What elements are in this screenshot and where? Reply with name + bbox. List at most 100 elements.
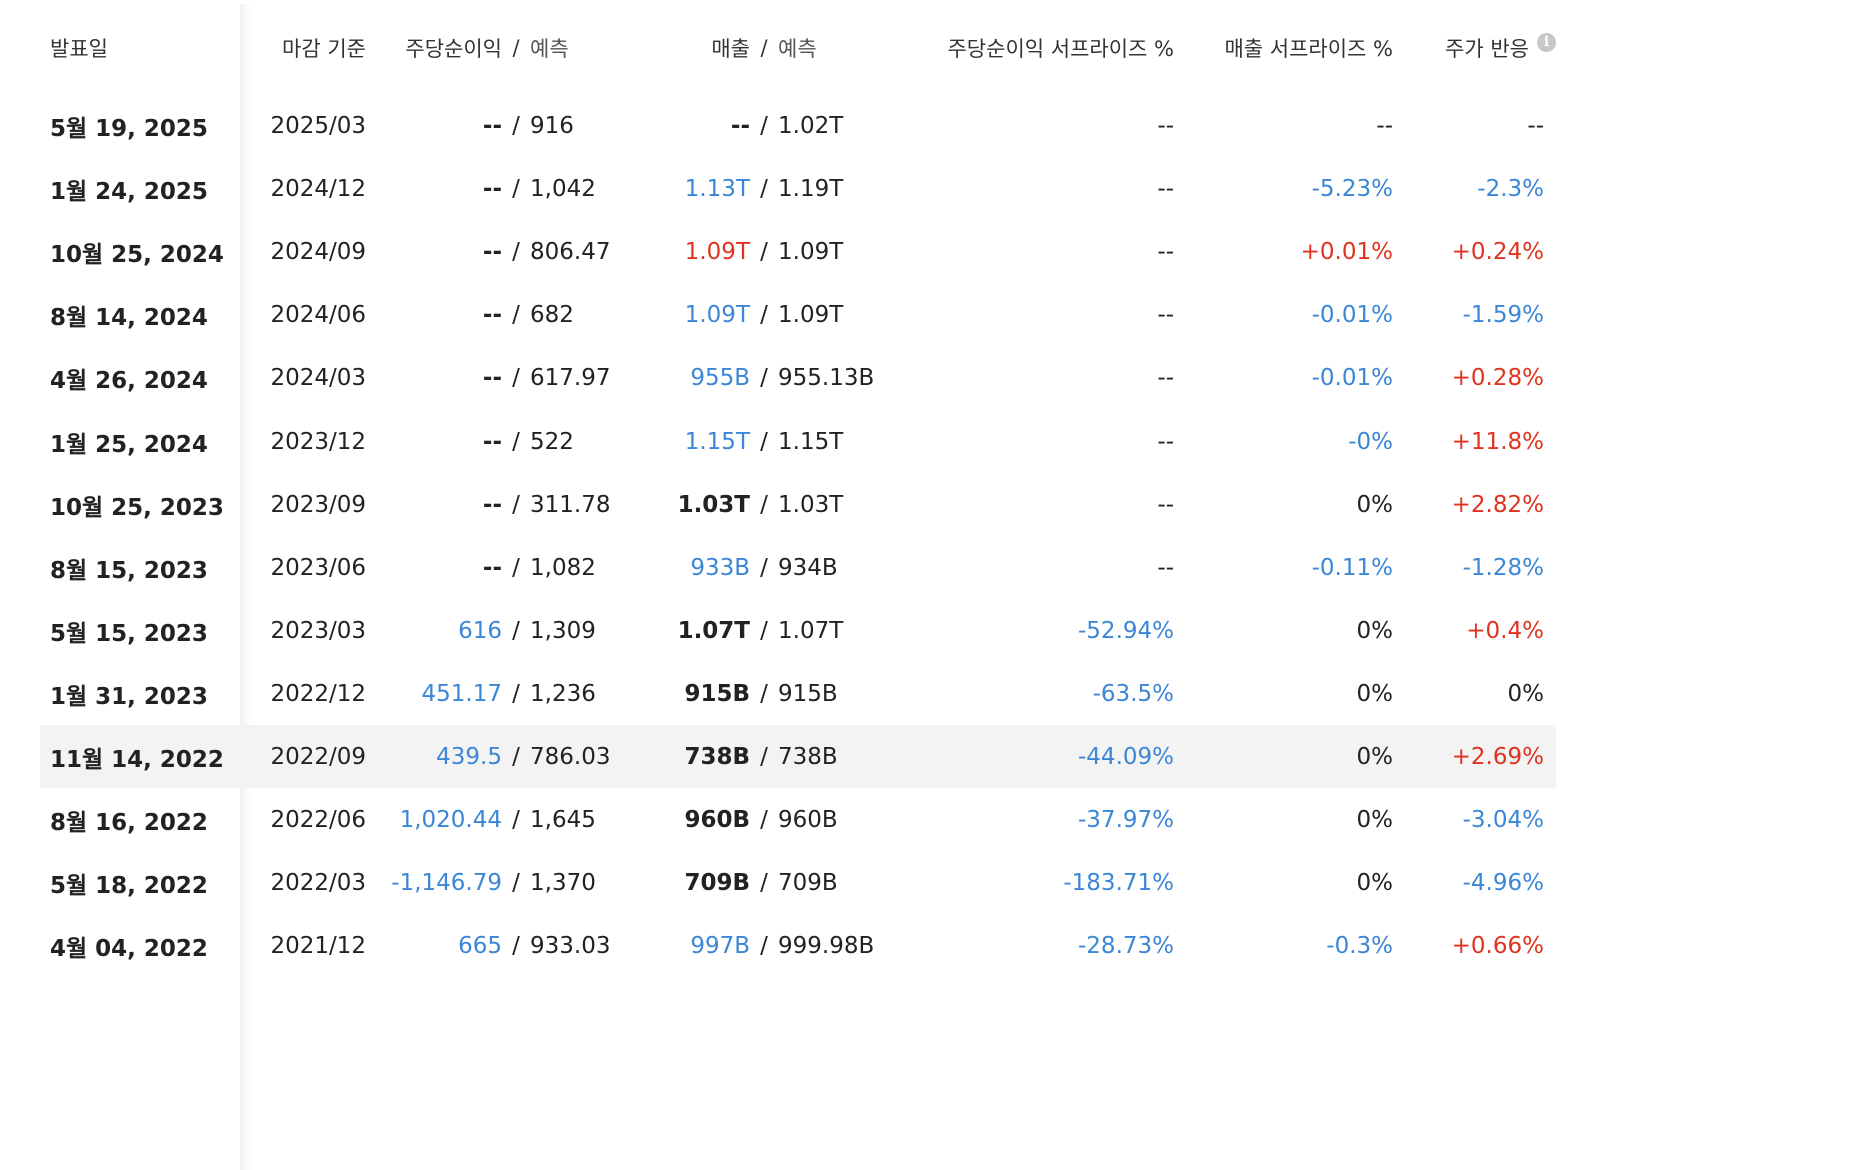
table-row[interactable]: 5월 19, 2025 2025/03 --/916 --/1.02T -- -- --: [40, 94, 1556, 157]
row-revenue-surprise: 0%: [1356, 617, 1394, 644]
header-period[interactable]: 마감 기준: [220, 8, 366, 88]
header-price-reaction-label: 주가 반응: [1445, 37, 1529, 61]
row-revenue-estimate: 999.98B: [778, 932, 875, 959]
table-row[interactable]: 1월 25, 2024 2023/12 --/522 1.15T/1.15T -- -0%…: [40, 410, 1556, 473]
row-eps-separator: /: [512, 743, 520, 770]
row-price-reaction: -4.96%: [1462, 869, 1544, 896]
row-eps-separator: /: [512, 806, 520, 833]
row-period: 2021/12: [270, 932, 366, 959]
header-eps-surprise[interactable]: 주당순이익 서프라이즈 %: [920, 8, 1174, 88]
row-revenue-surprise: --: [1376, 112, 1393, 139]
row-period: 2022/03: [270, 869, 366, 896]
row-revenue-estimate: 1.02T: [778, 112, 844, 139]
row-eps-actual: --: [482, 491, 502, 518]
header-revenue-actual[interactable]: 매출: [650, 8, 750, 88]
row-revenue-separator: /: [760, 932, 768, 959]
row-revenue-separator: /: [760, 428, 768, 455]
row-price-reaction: +0.28%: [1451, 364, 1544, 391]
table-row[interactable]: 5월 15, 2023 2023/03 616/1,309 1.07T/1.07T -5…: [40, 599, 1556, 662]
row-revenue-separator: /: [760, 869, 768, 896]
row-revenue-surprise: -5.23%: [1311, 175, 1393, 202]
row-revenue-surprise: 0%: [1356, 743, 1394, 770]
info-icon[interactable]: i: [1537, 32, 1556, 52]
row-eps-separator: /: [512, 238, 520, 265]
table-row[interactable]: 1월 24, 2025 2024/12 --/1,042 1.13T/1.19T -- -…: [40, 157, 1556, 220]
header-revenue-separator: /: [760, 36, 768, 60]
row-eps-separator: /: [512, 680, 520, 707]
table-row[interactable]: 11월 14, 2022 2022/09 439.5/786.03 738B/738B…: [40, 725, 1556, 788]
table-row[interactable]: 10월 25, 2023 2023/09 --/311.78 1.03T/1.03T -…: [40, 473, 1556, 536]
row-eps-separator: /: [512, 301, 520, 328]
header-revenue-surprise[interactable]: 매출 서프라이즈 %: [1180, 8, 1393, 88]
row-price-reaction: --: [1527, 112, 1544, 139]
row-eps-separator: /: [512, 869, 520, 896]
row-period: 2024/12: [270, 175, 366, 202]
table-row[interactable]: 8월 16, 2022 2022/06 1,020.44/1,645 960B/960…: [40, 788, 1556, 851]
row-eps-surprise: -52.94%: [1078, 617, 1174, 644]
row-revenue-estimate: 709B: [778, 869, 838, 896]
row-price-reaction: -3.04%: [1462, 806, 1544, 833]
row-eps-surprise: -44.09%: [1078, 743, 1174, 770]
row-eps-surprise: --: [1157, 554, 1174, 581]
header-eps-actual[interactable]: 주당순이익: [380, 8, 502, 88]
row-eps-actual: 1,020.44: [399, 806, 502, 833]
row-revenue-estimate: 1.07T: [778, 617, 844, 644]
row-price-reaction: +0.24%: [1451, 238, 1544, 265]
row-eps-surprise: -183.71%: [1063, 869, 1174, 896]
row-eps-separator: /: [512, 364, 520, 391]
row-period: 2023/09: [270, 491, 366, 518]
row-period: 2024/09: [270, 238, 366, 265]
row-revenue-separator: /: [760, 112, 768, 139]
table-row[interactable]: 1월 31, 2023 2022/12 451.17/1,236 915B/915B -…: [40, 662, 1556, 725]
row-revenue-actual: 709B: [684, 869, 750, 896]
row-eps-actual: 451.17: [421, 680, 502, 707]
row-revenue-surprise: -0.3%: [1326, 932, 1393, 959]
row-price-reaction: +0.66%: [1451, 932, 1544, 959]
row-eps-actual: 665: [458, 932, 502, 959]
row-eps-actual: -1,146.79: [391, 869, 502, 896]
row-eps-separator: /: [512, 175, 520, 202]
row-eps-surprise: -37.97%: [1078, 806, 1174, 833]
row-revenue-surprise: 0%: [1356, 869, 1394, 896]
table-row[interactable]: 10월 25, 2024 2024/09 --/806.47 1.09T/1.09T -…: [40, 220, 1556, 283]
row-eps-actual: --: [482, 238, 502, 265]
row-eps-surprise: --: [1157, 428, 1174, 455]
row-eps-surprise: --: [1157, 491, 1174, 518]
row-revenue-separator: /: [760, 364, 768, 391]
table-row[interactable]: 8월 15, 2023 2023/06 --/1,082 933B/934B -- -0.…: [40, 536, 1556, 599]
row-eps-actual: --: [482, 112, 502, 139]
row-period: 2022/06: [270, 806, 366, 833]
row-revenue-separator: /: [760, 554, 768, 581]
row-period: 2024/06: [270, 301, 366, 328]
row-revenue-surprise: +0.01%: [1300, 238, 1393, 265]
row-price-reaction: +11.8%: [1451, 428, 1544, 455]
row-revenue-surprise: -0.01%: [1311, 364, 1393, 391]
header-price-reaction[interactable]: 주가 반응 i: [1400, 8, 1556, 88]
row-eps-separator: /: [512, 554, 520, 581]
row-period: 2023/03: [270, 617, 366, 644]
row-price-reaction: -1.28%: [1462, 554, 1544, 581]
table-row[interactable]: 4월 26, 2024 2024/03 --/617.97 955B/955.13B -…: [40, 346, 1556, 409]
row-revenue-surprise: 0%: [1356, 806, 1394, 833]
row-revenue-estimate: 915B: [778, 680, 838, 707]
row-revenue-estimate: 934B: [778, 554, 838, 581]
row-revenue-separator: /: [760, 806, 768, 833]
row-revenue-estimate: 955.13B: [778, 364, 875, 391]
row-revenue-surprise: 0%: [1356, 680, 1394, 707]
row-revenue-actual: 1.07T: [677, 617, 750, 644]
row-revenue-actual: 960B: [684, 806, 750, 833]
row-eps-actual: --: [482, 175, 502, 202]
row-revenue-estimate: 960B: [778, 806, 838, 833]
row-revenue-surprise: -0%: [1348, 428, 1393, 455]
row-revenue-actual: 1.09T: [684, 238, 750, 265]
table-row[interactable]: 8월 14, 2024 2024/06 --/682 1.09T/1.09T -- -0.…: [40, 283, 1556, 346]
header-revenue-estimate[interactable]: 예측: [778, 8, 928, 88]
row-revenue-actual: 1.13T: [684, 175, 750, 202]
row-period: 2023/06: [270, 554, 366, 581]
table-row[interactable]: 5월 18, 2022 2022/03 -1,146.79/1,370 709B/70…: [40, 851, 1556, 914]
earnings-history-table: 발표일 마감 기준 주당순이익 / 예측 매출 / 예측 주당순이익 서프라이즈…: [0, 0, 1862, 1170]
row-eps-surprise: --: [1157, 238, 1174, 265]
table-row[interactable]: 4월 04, 2022 2021/12 665/933.03 997B/999.98B…: [40, 914, 1556, 977]
row-eps-surprise: -63.5%: [1092, 680, 1174, 707]
row-price-reaction: +0.4%: [1466, 617, 1544, 644]
